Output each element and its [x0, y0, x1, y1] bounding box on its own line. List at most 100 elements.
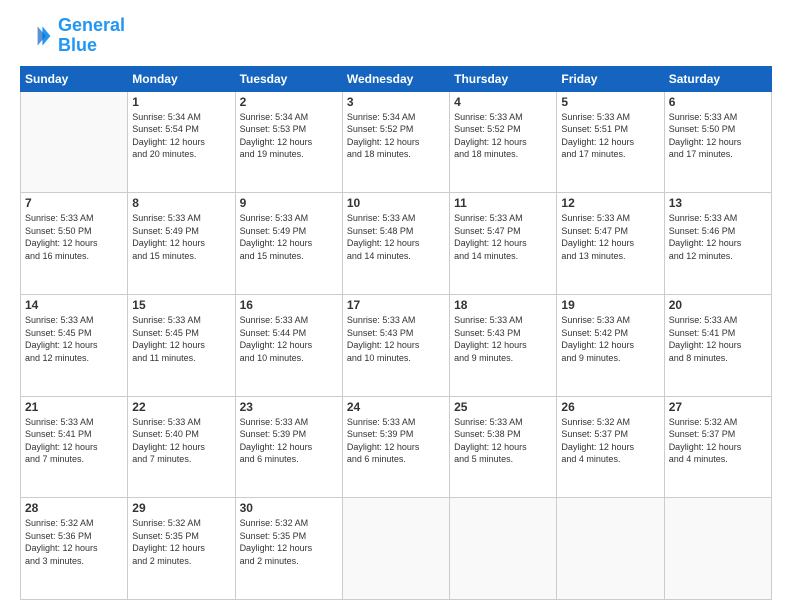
cell-info: Sunrise: 5:33 AM Sunset: 5:50 PM Dayligh… [669, 111, 767, 161]
day-number: 18 [454, 298, 552, 312]
calendar-cell: 23 Sunrise: 5:33 AM Sunset: 5:39 PM Dayli… [235, 396, 342, 498]
calendar-cell: 12 Sunrise: 5:33 AM Sunset: 5:47 PM Dayli… [557, 193, 664, 295]
day-number: 20 [669, 298, 767, 312]
calendar-cell: 25 Sunrise: 5:33 AM Sunset: 5:38 PM Dayli… [450, 396, 557, 498]
cell-info: Sunrise: 5:32 AM Sunset: 5:35 PM Dayligh… [132, 517, 230, 567]
cell-info: Sunrise: 5:33 AM Sunset: 5:39 PM Dayligh… [240, 416, 338, 466]
cell-info: Sunrise: 5:33 AM Sunset: 5:46 PM Dayligh… [669, 212, 767, 262]
day-number: 6 [669, 95, 767, 109]
day-number: 17 [347, 298, 445, 312]
day-number: 30 [240, 501, 338, 515]
calendar-cell: 18 Sunrise: 5:33 AM Sunset: 5:43 PM Dayli… [450, 294, 557, 396]
calendar-cell: 10 Sunrise: 5:33 AM Sunset: 5:48 PM Dayli… [342, 193, 449, 295]
calendar-cell: 27 Sunrise: 5:32 AM Sunset: 5:37 PM Dayli… [664, 396, 771, 498]
cell-info: Sunrise: 5:33 AM Sunset: 5:39 PM Dayligh… [347, 416, 445, 466]
day-number: 23 [240, 400, 338, 414]
calendar-cell: 22Sunrise: 5:33 AM Sunset: 5:40 PM Dayli… [128, 396, 235, 498]
day-number: 27 [669, 400, 767, 414]
cell-info: Sunrise: 5:33 AM Sunset: 5:41 PM Dayligh… [25, 416, 123, 466]
cell-info: Sunrise: 5:33 AM Sunset: 5:45 PM Dayligh… [132, 314, 230, 364]
weekday-header-saturday: Saturday [664, 66, 771, 91]
day-number: 29 [132, 501, 230, 515]
cell-info: Sunrise: 5:33 AM Sunset: 5:41 PM Dayligh… [669, 314, 767, 364]
day-number: 11 [454, 196, 552, 210]
weekday-header-friday: Friday [557, 66, 664, 91]
calendar-cell: 17 Sunrise: 5:33 AM Sunset: 5:43 PM Dayli… [342, 294, 449, 396]
day-number: 9 [240, 196, 338, 210]
weekday-header-sunday: Sunday [21, 66, 128, 91]
weekday-header-wednesday: Wednesday [342, 66, 449, 91]
header: General Blue [20, 16, 772, 56]
calendar-cell: 3 Sunrise: 5:34 AM Sunset: 5:52 PM Daylig… [342, 91, 449, 193]
logo: General Blue [20, 16, 125, 56]
calendar-cell: 13 Sunrise: 5:33 AM Sunset: 5:46 PM Dayli… [664, 193, 771, 295]
day-number: 4 [454, 95, 552, 109]
calendar-cell: 28Sunrise: 5:32 AM Sunset: 5:36 PM Dayli… [21, 498, 128, 600]
calendar-cell: 15 Sunrise: 5:33 AM Sunset: 5:45 PM Dayli… [128, 294, 235, 396]
calendar-cell: 6 Sunrise: 5:33 AM Sunset: 5:50 PM Daylig… [664, 91, 771, 193]
day-number: 19 [561, 298, 659, 312]
page: General Blue SundayMondayTuesdayWednesda… [0, 0, 792, 612]
day-number: 16 [240, 298, 338, 312]
day-number: 10 [347, 196, 445, 210]
calendar-cell: 24 Sunrise: 5:33 AM Sunset: 5:39 PM Dayli… [342, 396, 449, 498]
calendar-cell [21, 91, 128, 193]
calendar-cell: 30 Sunrise: 5:32 AM Sunset: 5:35 PM Dayli… [235, 498, 342, 600]
calendar-cell: 5 Sunrise: 5:33 AM Sunset: 5:51 PM Daylig… [557, 91, 664, 193]
weekday-header-thursday: Thursday [450, 66, 557, 91]
cell-info: Sunrise: 5:33 AM Sunset: 5:47 PM Dayligh… [454, 212, 552, 262]
calendar-cell: 8Sunrise: 5:33 AM Sunset: 5:49 PM Daylig… [128, 193, 235, 295]
cell-info: Sunrise: 5:33 AM Sunset: 5:47 PM Dayligh… [561, 212, 659, 262]
day-number: 12 [561, 196, 659, 210]
logo-icon [20, 20, 52, 52]
day-number: 25 [454, 400, 552, 414]
cell-info: Sunrise: 5:33 AM Sunset: 5:50 PM Dayligh… [25, 212, 123, 262]
calendar-cell: 19 Sunrise: 5:33 AM Sunset: 5:42 PM Dayli… [557, 294, 664, 396]
calendar-cell [450, 498, 557, 600]
day-number: 7 [25, 196, 123, 210]
cell-info: Sunrise: 5:33 AM Sunset: 5:43 PM Dayligh… [347, 314, 445, 364]
calendar-cell [342, 498, 449, 600]
day-number: 13 [669, 196, 767, 210]
calendar-cell: 1Sunrise: 5:34 AM Sunset: 5:54 PM Daylig… [128, 91, 235, 193]
calendar-cell: 26 Sunrise: 5:32 AM Sunset: 5:37 PM Dayli… [557, 396, 664, 498]
calendar-cell: 29 Sunrise: 5:32 AM Sunset: 5:35 PM Dayli… [128, 498, 235, 600]
calendar-cell: 2 Sunrise: 5:34 AM Sunset: 5:53 PM Daylig… [235, 91, 342, 193]
cell-info: Sunrise: 5:33 AM Sunset: 5:42 PM Dayligh… [561, 314, 659, 364]
cell-info: Sunrise: 5:34 AM Sunset: 5:52 PM Dayligh… [347, 111, 445, 161]
cell-info: Sunrise: 5:33 AM Sunset: 5:48 PM Dayligh… [347, 212, 445, 262]
cell-info: Sunrise: 5:32 AM Sunset: 5:37 PM Dayligh… [669, 416, 767, 466]
calendar-cell [664, 498, 771, 600]
cell-info: Sunrise: 5:34 AM Sunset: 5:53 PM Dayligh… [240, 111, 338, 161]
day-number: 5 [561, 95, 659, 109]
calendar-cell: 20 Sunrise: 5:33 AM Sunset: 5:41 PM Dayli… [664, 294, 771, 396]
cell-info: Sunrise: 5:33 AM Sunset: 5:38 PM Dayligh… [454, 416, 552, 466]
cell-info: Sunrise: 5:33 AM Sunset: 5:52 PM Dayligh… [454, 111, 552, 161]
calendar-cell: 9 Sunrise: 5:33 AM Sunset: 5:49 PM Daylig… [235, 193, 342, 295]
cell-info: Sunrise: 5:33 AM Sunset: 5:45 PM Dayligh… [25, 314, 123, 364]
day-number: 14 [25, 298, 123, 312]
calendar-cell [557, 498, 664, 600]
day-number: 15 [132, 298, 230, 312]
cell-info: Sunrise: 5:33 AM Sunset: 5:49 PM Dayligh… [240, 212, 338, 262]
cell-info: Sunrise: 5:33 AM Sunset: 5:40 PM Dayligh… [132, 416, 230, 466]
calendar-cell: 14 Sunrise: 5:33 AM Sunset: 5:45 PM Dayli… [21, 294, 128, 396]
cell-info: Sunrise: 5:33 AM Sunset: 5:51 PM Dayligh… [561, 111, 659, 161]
logo-text: General Blue [58, 16, 125, 56]
cell-info: Sunrise: 5:32 AM Sunset: 5:37 PM Dayligh… [561, 416, 659, 466]
weekday-header-monday: Monday [128, 66, 235, 91]
calendar-cell: 21Sunrise: 5:33 AM Sunset: 5:41 PM Dayli… [21, 396, 128, 498]
cell-info: Sunrise: 5:33 AM Sunset: 5:44 PM Dayligh… [240, 314, 338, 364]
cell-info: Sunrise: 5:33 AM Sunset: 5:43 PM Dayligh… [454, 314, 552, 364]
day-number: 24 [347, 400, 445, 414]
calendar: SundayMondayTuesdayWednesdayThursdayFrid… [20, 66, 772, 600]
day-number: 3 [347, 95, 445, 109]
calendar-cell: 7 Sunrise: 5:33 AM Sunset: 5:50 PM Daylig… [21, 193, 128, 295]
cell-info: Sunrise: 5:33 AM Sunset: 5:49 PM Dayligh… [132, 212, 230, 262]
day-number: 2 [240, 95, 338, 109]
day-number: 26 [561, 400, 659, 414]
day-number: 1 [132, 95, 230, 109]
cell-info: Sunrise: 5:32 AM Sunset: 5:35 PM Dayligh… [240, 517, 338, 567]
calendar-cell: 4 Sunrise: 5:33 AM Sunset: 5:52 PM Daylig… [450, 91, 557, 193]
weekday-header-tuesday: Tuesday [235, 66, 342, 91]
